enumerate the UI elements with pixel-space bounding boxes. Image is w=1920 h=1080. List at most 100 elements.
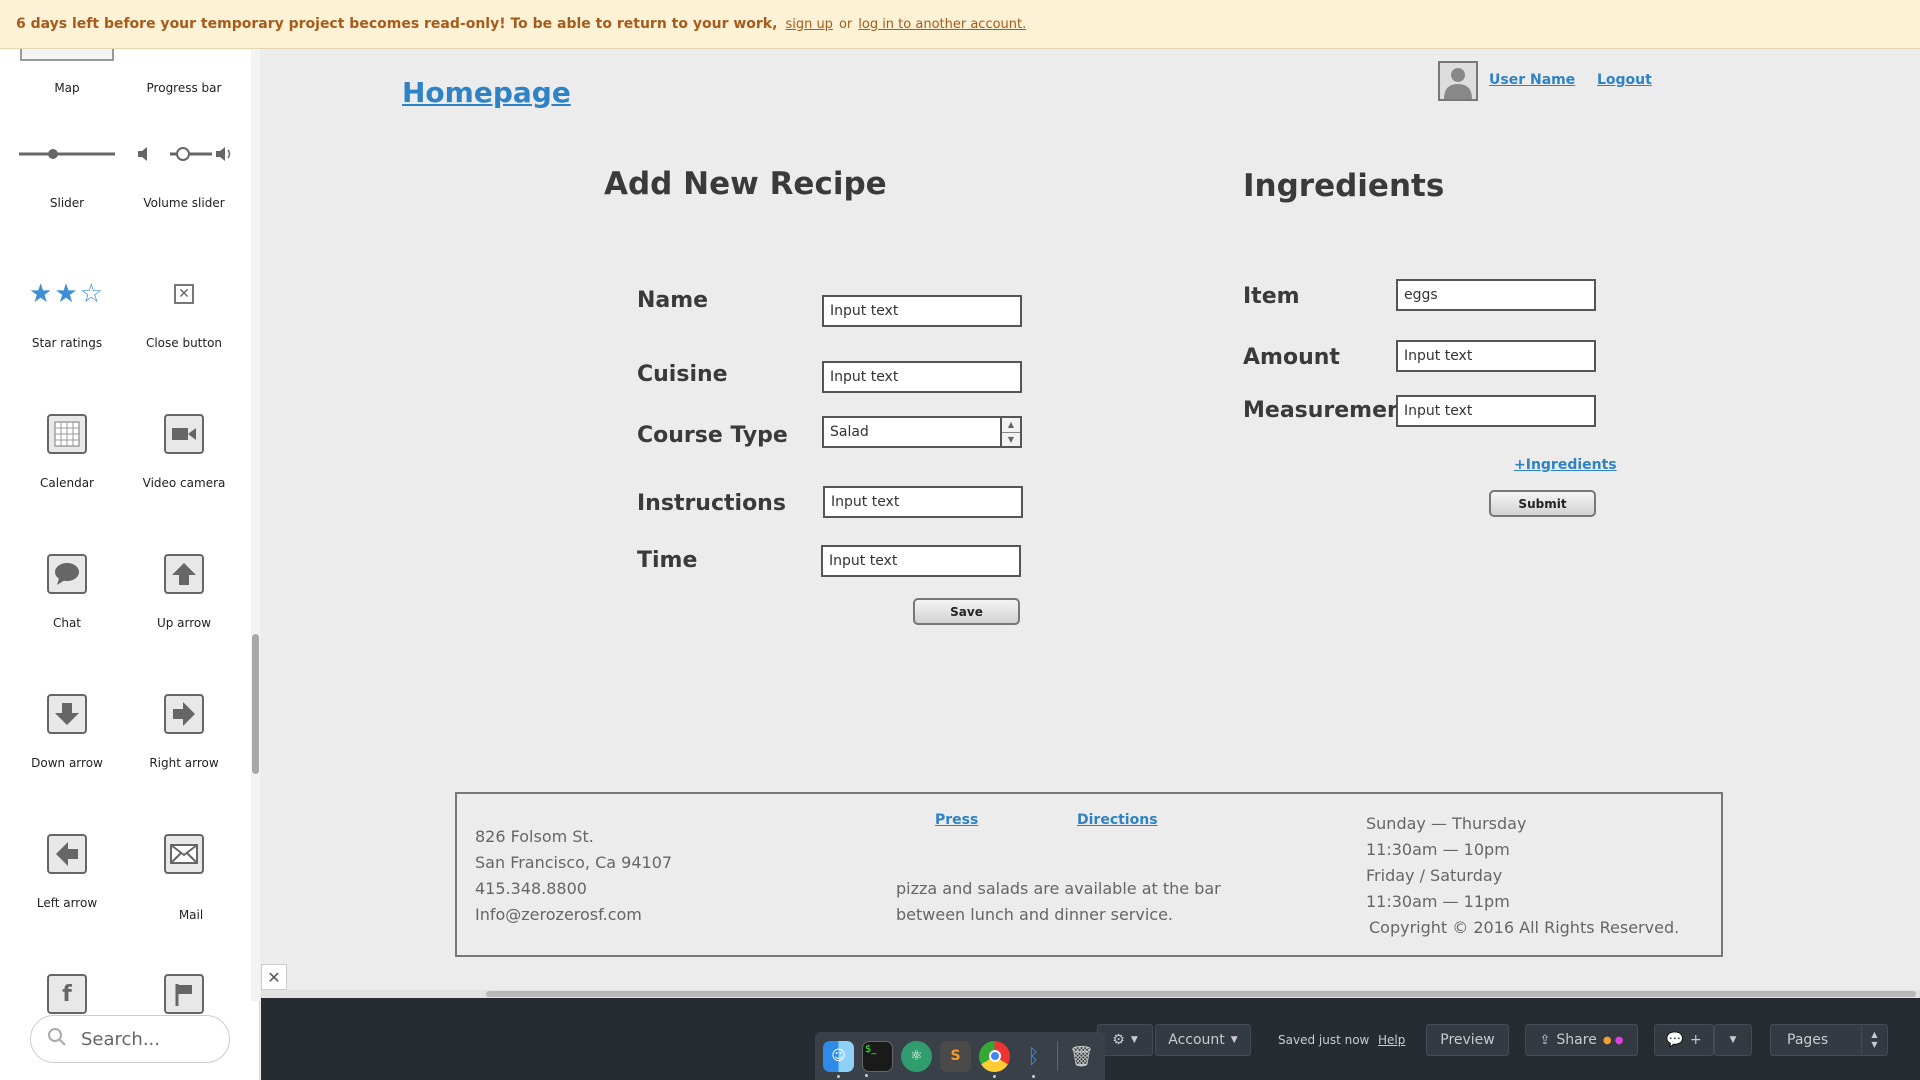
chat-icon <box>7 544 127 604</box>
preview-button[interactable]: Preview <box>1426 1024 1509 1056</box>
course-type-stepper[interactable]: Salad ▲ ▼ <box>822 416 1022 448</box>
item-label: Item <box>1243 284 1300 309</box>
pages-button[interactable]: Pages ▲ ▼ <box>1770 1024 1888 1056</box>
cuisine-field[interactable] <box>822 361 1022 393</box>
add-ingredients-link[interactable]: +Ingredients <box>1514 457 1617 473</box>
amount-input[interactable] <box>1404 348 1588 364</box>
chevron-down-icon: ▼ <box>1729 1035 1737 1045</box>
component-mail[interactable] <box>124 824 244 884</box>
hours-line-3: Friday / Saturday <box>1366 866 1503 885</box>
banner-message: 6 days left before your temporary projec… <box>16 16 778 32</box>
canvas-horizontal-scrollbar[interactable] <box>261 990 1920 998</box>
close-icon[interactable]: ✕ <box>261 964 287 990</box>
component-search[interactable] <box>30 1015 230 1063</box>
instructions-label: Instructions <box>637 491 786 516</box>
logout-link[interactable]: Logout <box>1597 72 1652 88</box>
component-video-camera[interactable]: Video camera <box>124 404 244 490</box>
time-label: Time <box>637 548 698 573</box>
comment-button[interactable]: 💬 + <box>1654 1024 1714 1056</box>
comment-plus: + <box>1689 1032 1702 1048</box>
component-chat[interactable]: Chat <box>7 544 127 630</box>
component-progress-bar[interactable]: Progress bar <box>124 49 244 95</box>
time-input[interactable] <box>829 553 1013 569</box>
settings-button[interactable]: ⚙ ▼ <box>1097 1024 1153 1056</box>
press-link[interactable]: Press <box>935 812 978 828</box>
collaborator-dots: ● ● <box>1602 1034 1624 1046</box>
account-label: Account <box>1168 1032 1225 1048</box>
measurement-input[interactable] <box>1404 403 1588 419</box>
login-link[interactable]: log in to another account. <box>858 17 1026 32</box>
user-icon <box>1444 68 1472 99</box>
component-down-arrow[interactable]: Down arrow <box>7 684 127 770</box>
comment-dropdown-button[interactable]: ▼ <box>1714 1024 1752 1056</box>
component-calendar[interactable]: Calendar <box>7 404 127 490</box>
component-map[interactable]: Map <box>7 49 127 95</box>
homepage-link[interactable]: Homepage <box>402 76 571 109</box>
sidebar-scrollbar[interactable] <box>251 49 260 1001</box>
pages-stepper-icon[interactable]: ▲ ▼ <box>1861 1025 1887 1055</box>
address-email: Info@zerozerosf.com <box>475 905 642 924</box>
amount-field[interactable] <box>1396 340 1596 372</box>
up-arrow-icon <box>124 544 244 604</box>
user-name-link[interactable]: User Name <box>1489 72 1575 88</box>
directions-link[interactable]: Directions <box>1077 812 1158 828</box>
help-link[interactable]: Help <box>1378 1033 1405 1047</box>
component-up-arrow[interactable]: Up arrow <box>124 544 244 630</box>
star-rating-icon: ★★☆ <box>29 279 105 309</box>
submit-button[interactable]: Submit <box>1489 490 1596 517</box>
left-arrow-icon <box>7 824 127 884</box>
spinner-up-icon[interactable]: ▲ <box>1002 418 1020 433</box>
component-label: Up arrow <box>156 616 212 630</box>
signup-link[interactable]: sign up <box>785 17 833 32</box>
save-button[interactable]: Save <box>913 598 1020 625</box>
hours-line-2: 11:30am — 10pm <box>1366 840 1510 859</box>
instructions-input[interactable] <box>831 494 1015 510</box>
horizontal-scroll-thumb[interactable] <box>486 991 1916 997</box>
recipe-name-field[interactable] <box>822 295 1022 327</box>
measurement-label: Measurement <box>1243 398 1414 423</box>
component-library-sidebar: Map Progress bar Slider Volume slider ★★… <box>0 49 260 1080</box>
component-volume-slider[interactable]: Volume slider <box>124 124 244 210</box>
component-close-button[interactable]: ✕ Close button <box>124 264 244 350</box>
component-label: Map <box>54 81 80 95</box>
slider-icon <box>7 124 127 184</box>
chevron-down-icon: ▼ <box>1130 1035 1138 1045</box>
account-menu-button[interactable]: Account ▼ <box>1155 1024 1251 1056</box>
recipe-name-input[interactable] <box>830 303 1014 319</box>
chrome-icon[interactable] <box>979 1040 1010 1078</box>
volume-slider-icon <box>124 124 244 184</box>
hours-line-4: 11:30am — 11pm <box>1366 892 1510 911</box>
search-input[interactable] <box>81 1028 211 1050</box>
time-field[interactable] <box>821 545 1021 577</box>
item-field[interactable] <box>1396 279 1596 311</box>
measurement-field[interactable] <box>1396 395 1596 427</box>
component-label: Star ratings <box>31 336 103 350</box>
search-icon <box>47 1027 67 1051</box>
course-type-spinner[interactable]: ▲ ▼ <box>1000 418 1020 446</box>
sublime-text-icon[interactable]: S <box>940 1040 971 1072</box>
component-slider[interactable]: Slider <box>7 124 127 210</box>
terminal-icon[interactable]: $_ <box>862 1040 893 1077</box>
banner-or-text: or <box>838 16 853 32</box>
footer-address: 826 Folsom St. San Francisco, Ca 94107 4… <box>475 824 672 928</box>
finder-icon[interactable]: ☺ <box>823 1040 854 1078</box>
component-right-arrow[interactable]: Right arrow <box>124 684 244 770</box>
sidebar-scroll-thumb[interactable] <box>252 634 259 774</box>
spinner-down-icon[interactable]: ▼ <box>1002 433 1020 447</box>
item-input[interactable] <box>1404 287 1588 303</box>
trash-icon[interactable]: 🗑 <box>1066 1041 1097 1072</box>
component-label: Left arrow <box>36 896 98 910</box>
pages-label: Pages <box>1787 1032 1829 1048</box>
course-type-label: Course Type <box>637 423 788 448</box>
progress-bar-icon <box>124 49 244 69</box>
component-star-ratings[interactable]: ★★☆ Star ratings <box>7 264 127 350</box>
close-button-icon: ✕ <box>124 264 244 324</box>
instructions-field[interactable] <box>823 486 1023 518</box>
os-dock: ☺ $_ ⚛ S ᛒ 🗑 <box>815 1032 1105 1080</box>
share-button[interactable]: ⇪ Share ● ● <box>1525 1024 1638 1056</box>
component-left-arrow[interactable]: Left arrow <box>7 824 127 910</box>
cuisine-input[interactable] <box>830 369 1014 385</box>
atom-icon[interactable]: ⚛ <box>901 1040 932 1072</box>
bluetooth-icon[interactable]: ᛒ <box>1018 1041 1049 1078</box>
hours-line-1: Sunday — Thursday <box>1366 814 1527 833</box>
